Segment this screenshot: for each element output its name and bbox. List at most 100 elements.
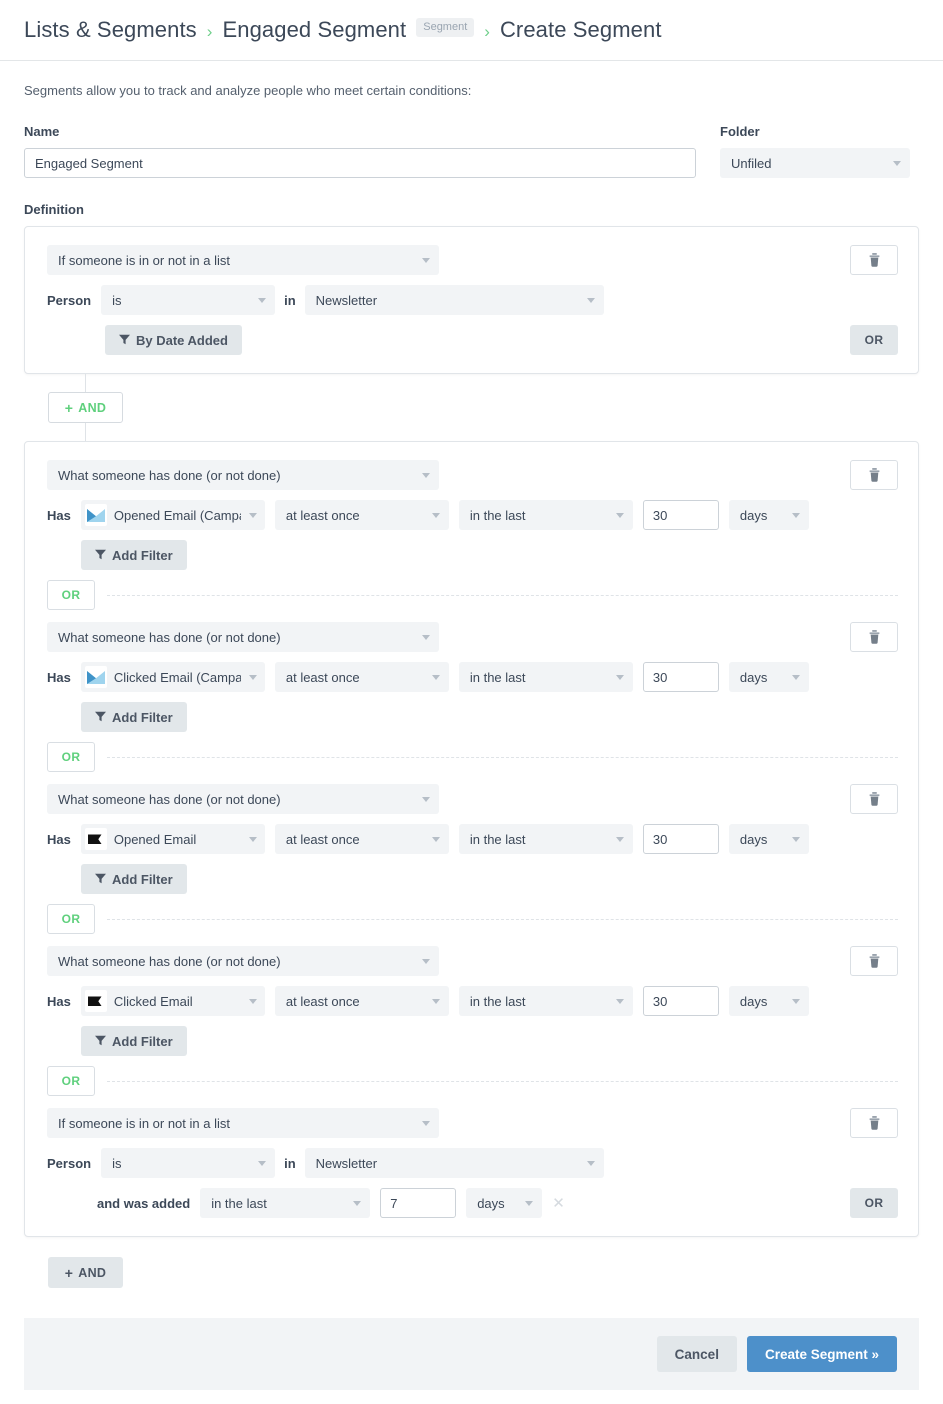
delete-condition-button[interactable] (850, 946, 898, 976)
person-operator-value: is (112, 1156, 121, 1171)
or-button-right-1[interactable]: OR (850, 325, 898, 355)
timeframe-value: in the last (470, 508, 526, 523)
chevron-down-icon (432, 513, 440, 518)
person-operator-select[interactable]: is (101, 1148, 275, 1178)
add-filter-button[interactable]: Add Filter (81, 1026, 187, 1056)
condition-type-value: If someone is in or not in a list (58, 253, 230, 268)
breadcrumb-item-lists-segments[interactable]: Lists & Segments (24, 17, 197, 43)
condition-type-select[interactable]: If someone is in or not in a list (47, 1108, 439, 1138)
amount-input[interactable] (643, 986, 719, 1016)
condition-type-value: What someone has done (or not done) (58, 954, 281, 969)
condition-filter-row: By Date Added OR (47, 325, 898, 355)
delete-condition-button[interactable] (850, 622, 898, 652)
condition-type-select[interactable]: If someone is in or not in a list (47, 245, 439, 275)
date-timeframe-select[interactable]: in the last (200, 1188, 370, 1218)
condition-metric-row: Has Clicked Email (Campaign (47, 662, 898, 692)
funnel-icon (119, 333, 130, 348)
chevron-down-icon (249, 837, 257, 842)
timeframe-select[interactable]: in the last (459, 824, 633, 854)
condition-type-select[interactable]: What someone has done (or not done) (47, 946, 439, 976)
condition-filter-row: Add Filter (47, 864, 898, 894)
definition-group-2: What someone has done (or not done) Has (24, 441, 919, 1237)
in-label: in (284, 1156, 296, 1171)
delete-condition-button[interactable] (850, 460, 898, 490)
timeframe-select[interactable]: in the last (459, 662, 633, 692)
condition-type-row: What someone has done (or not done) (47, 946, 898, 976)
intro-text: Segments allow you to track and analyze … (24, 83, 919, 98)
list-select[interactable]: Newsletter (305, 1148, 604, 1178)
or-divider-1: OR (47, 580, 898, 610)
add-filter-button[interactable]: Add Filter (81, 540, 187, 570)
unit-select[interactable]: days (729, 500, 809, 530)
metric-select[interactable]: Opened Email (81, 824, 265, 854)
frequency-select[interactable]: at least once (275, 824, 449, 854)
frequency-select[interactable]: at least once (275, 500, 449, 530)
delete-condition-button[interactable] (850, 245, 898, 275)
timeframe-select[interactable]: in the last (459, 986, 633, 1016)
chevron-down-icon (432, 999, 440, 1004)
add-filter-button[interactable]: Add Filter (81, 702, 187, 732)
timeframe-select[interactable]: in the last (459, 500, 633, 530)
or-button-right-2[interactable]: OR (850, 1188, 898, 1218)
segment-name-input[interactable] (24, 148, 696, 178)
campaign-envelope-icon (85, 666, 107, 688)
condition-activity-4: What someone has done (or not done) Has (47, 946, 898, 1056)
condition-type-select[interactable]: What someone has done (or not done) (47, 622, 439, 652)
breadcrumb-item-engaged-segment[interactable]: Engaged Segment (222, 17, 406, 43)
folder-select[interactable]: Unfiled (720, 148, 910, 178)
close-icon[interactable]: ✕ (552, 1196, 565, 1211)
frequency-select[interactable]: at least once (275, 986, 449, 1016)
condition-type-select[interactable]: What someone has done (or not done) (47, 460, 439, 490)
chevron-down-icon (422, 797, 430, 802)
and-label: AND (78, 401, 106, 415)
unit-select[interactable]: days (729, 986, 809, 1016)
metric-select[interactable]: Clicked Email (81, 986, 265, 1016)
condition-type-row: What someone has done (or not done) (47, 784, 898, 814)
trash-icon (869, 954, 880, 968)
unit-select[interactable]: days (729, 824, 809, 854)
add-filter-label: Add Filter (112, 548, 173, 563)
or-label: OR (865, 1196, 884, 1210)
frequency-select[interactable]: at least once (275, 662, 449, 692)
unit-select[interactable]: days (729, 662, 809, 692)
folder-field-group: Folder Unfiled (720, 124, 910, 178)
in-label: in (284, 293, 296, 308)
condition-type-select[interactable]: What someone has done (or not done) (47, 784, 439, 814)
page-body: Segments allow you to track and analyze … (0, 61, 943, 1288)
list-select[interactable]: Newsletter (305, 285, 604, 315)
amount-input[interactable] (643, 824, 719, 854)
or-button-3[interactable]: OR (47, 904, 95, 934)
or-button-1[interactable]: OR (47, 580, 95, 610)
timeframe-value: in the last (470, 670, 526, 685)
person-operator-select[interactable]: is (101, 285, 275, 315)
condition-filter-row: Add Filter (47, 540, 898, 570)
or-button-4[interactable]: OR (47, 1066, 95, 1096)
funnel-icon (95, 548, 106, 563)
create-segment-button[interactable]: Create Segment » (747, 1336, 897, 1372)
or-dashed-line (107, 595, 898, 596)
amount-input[interactable] (643, 662, 719, 692)
condition-filter-row: Add Filter (47, 702, 898, 732)
or-button-2[interactable]: OR (47, 742, 95, 772)
or-dashed-line (107, 757, 898, 758)
add-and-button-bottom[interactable]: + AND (48, 1257, 123, 1288)
cancel-button[interactable]: Cancel (657, 1336, 737, 1372)
by-date-added-button[interactable]: By Date Added (105, 325, 242, 355)
frequency-value: at least once (286, 670, 360, 685)
metric-select[interactable]: Clicked Email (Campaign (81, 662, 265, 692)
add-and-button-top[interactable]: + AND (48, 392, 123, 423)
delete-condition-button[interactable] (850, 784, 898, 814)
condition-type-row: If someone is in or not in a list (47, 1108, 898, 1138)
condition-activity-1: What someone has done (or not done) Has (47, 460, 898, 570)
date-unit-select[interactable]: days (466, 1188, 542, 1218)
unit-value: days (740, 508, 767, 523)
amount-input[interactable] (643, 500, 719, 530)
metric-select[interactable]: Opened Email (Campaign (81, 500, 265, 530)
delete-condition-button[interactable] (850, 1108, 898, 1138)
person-label: Person (47, 293, 91, 308)
has-label: Has (47, 832, 71, 847)
frequency-value: at least once (286, 508, 360, 523)
definition-group-2-wrap: What someone has done (or not done) Has (24, 441, 919, 1237)
add-filter-button[interactable]: Add Filter (81, 864, 187, 894)
date-amount-input[interactable] (380, 1188, 456, 1218)
